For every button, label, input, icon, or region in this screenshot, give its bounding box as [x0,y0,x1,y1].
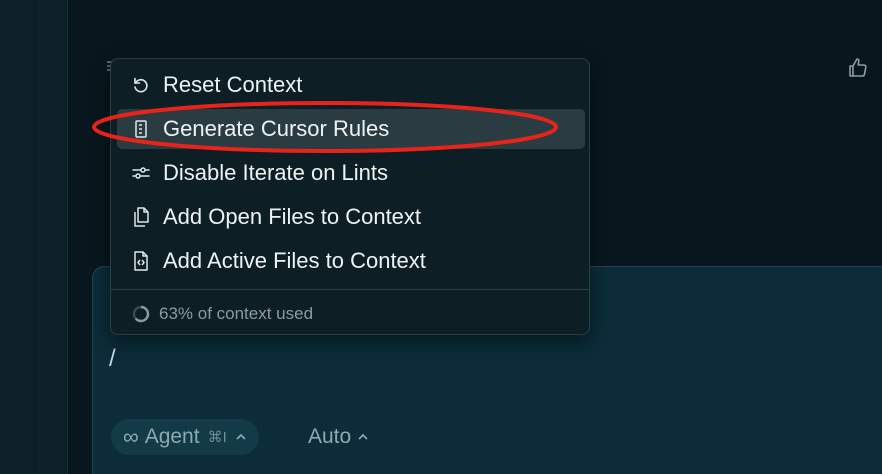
infinity-icon: ∞ [123,424,139,449]
files-icon [134,207,149,227]
chevron-up-icon [358,433,368,440]
context-menu-popup: Reset Context Generate Cursor Rules Disa… [110,58,590,335]
model-label: Auto [308,425,352,448]
menu-item-label: Add Active Files to Context [163,248,426,273]
context-usage-ring-icon [132,305,150,323]
agent-shortcut: ⌘I [207,429,227,446]
context-usage-text: 63% of context used [159,304,314,323]
menu-item-label: Add Open Files to Context [163,204,422,229]
menu-item-disable-iterate-on-lints[interactable]: Disable Iterate on Lints [117,153,585,193]
left-sidebar-strip [0,0,68,474]
sliders-icon [132,167,150,179]
menu-divider [111,289,589,290]
menu-item-label: Generate Cursor Rules [163,116,390,141]
menu-item-add-open-files[interactable]: Add Open Files to Context [117,197,585,237]
thumbs-up-icon[interactable] [846,56,870,80]
menu-item-reset-context[interactable]: Reset Context [117,65,585,105]
model-selector[interactable]: Auto [308,419,369,455]
reset-icon [134,77,148,93]
rules-file-icon [135,120,147,138]
menu-item-label: Reset Context [163,72,303,97]
context-usage-indicator: 63% of context used [131,302,313,326]
code-file-icon [134,251,148,271]
menu-item-label: Disable Iterate on Lints [163,160,389,185]
agent-mode-selector[interactable]: ∞ Agent ⌘I [111,419,259,455]
agent-mode-label: Agent [144,425,200,448]
sidebar-divider [38,0,40,474]
chevron-up-icon [236,433,246,440]
composer-input[interactable]: / [109,345,116,373]
menu-item-add-active-files[interactable]: Add Active Files to Context [117,241,585,281]
menu-item-generate-cursor-rules[interactable]: Generate Cursor Rules [117,109,585,149]
